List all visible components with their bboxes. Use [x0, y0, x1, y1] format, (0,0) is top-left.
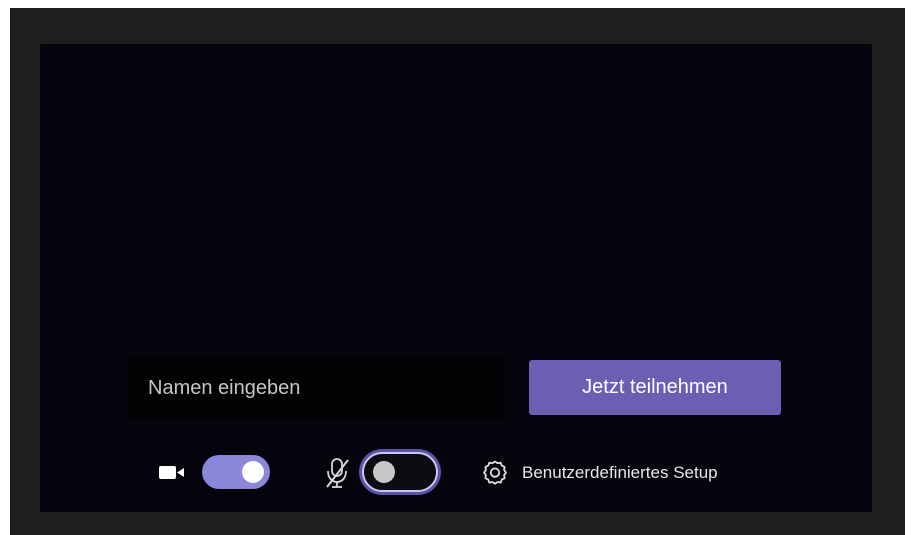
microphone-toggle[interactable] [362, 452, 438, 492]
mic-off-icon [326, 458, 349, 488]
camera-toggle[interactable] [202, 455, 270, 489]
name-input[interactable] [128, 358, 505, 418]
custom-setup-link[interactable]: Benutzerdefiniertes Setup [522, 462, 718, 484]
video-preview [40, 44, 872, 512]
camera-icon [159, 466, 184, 479]
microphone-toggle-knob [373, 461, 395, 483]
gear-icon[interactable] [480, 458, 510, 488]
join-now-button[interactable]: Jetzt teilnehmen [529, 360, 781, 415]
camera-toggle-knob [242, 461, 264, 483]
